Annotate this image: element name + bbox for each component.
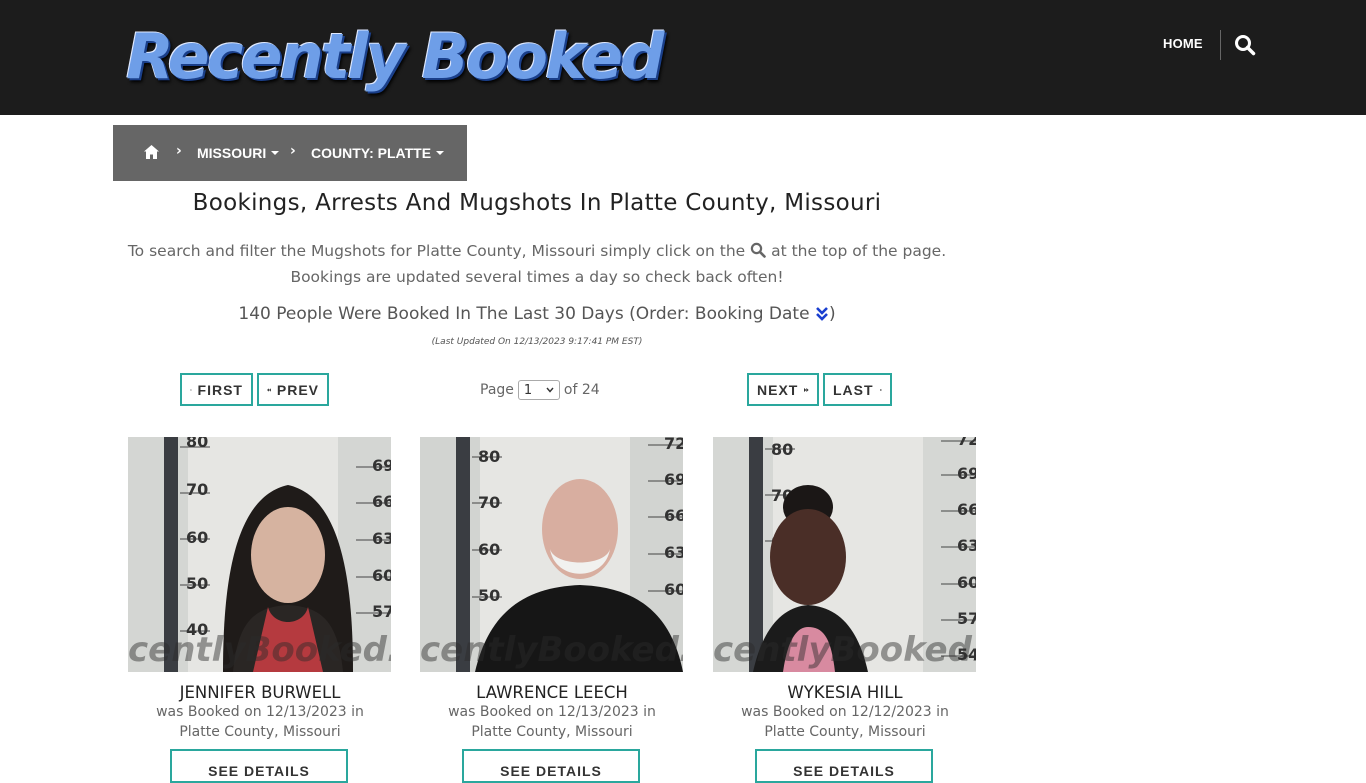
svg-text:57: 57 [957, 609, 976, 628]
svg-text:63: 63 [957, 536, 976, 555]
svg-text:66: 66 [664, 506, 683, 525]
svg-text:60: 60 [664, 580, 683, 599]
watermark: centlyBooked.co [713, 630, 976, 670]
svg-text:80: 80 [478, 447, 500, 466]
svg-text:66: 66 [372, 492, 391, 511]
current-page: 1 [524, 383, 532, 398]
breadcrumb-county-label: COUNTY: PLATTE [311, 145, 431, 161]
breadcrumb-separator-icon: › [290, 143, 296, 159]
booking-name[interactable]: LAWRENCE LEECH [420, 683, 684, 702]
watermark: centlyBooked.co [128, 630, 391, 670]
site-logo[interactable]: Recently Booked [126, 18, 616, 96]
page-label: Page [480, 382, 514, 398]
breadcrumb-county-dropdown[interactable]: COUNTY: PLATTE [311, 145, 444, 161]
search-icon [750, 240, 766, 256]
booking-date: was Booked on 12/13/2023 in [420, 702, 684, 722]
breadcrumb-state-label: MISSOURI [197, 145, 266, 161]
prev-page-button[interactable]: PREV [257, 373, 329, 406]
booking-card[interactable]: 80 70 60 50 72 69 66 63 60 centlyBooked.co LAWR… [420, 437, 684, 742]
search-icon[interactable] [1234, 34, 1256, 56]
svg-text:60: 60 [186, 528, 208, 547]
svg-text:57: 57 [372, 602, 391, 621]
mugshot-image[interactable]: 80 70 60 50 72 69 66 63 60 centlyBooked.co [420, 437, 683, 672]
svg-text:50: 50 [478, 586, 500, 605]
caret-down-icon [271, 151, 279, 155]
svg-text:69: 69 [664, 470, 683, 489]
breadcrumb-separator-icon: › [176, 143, 182, 159]
mugshot-image[interactable]: 8070605040 6966636057 centlyBooked.co [128, 437, 391, 672]
booking-name[interactable]: JENNIFER BURWELL [128, 683, 392, 702]
svg-text:80: 80 [771, 440, 793, 459]
first-page-icon [190, 384, 192, 396]
booking-name[interactable]: WYKESIA HILL [713, 683, 977, 702]
see-details-button[interactable]: SEE DETAILS [755, 749, 933, 783]
prev-page-label: PREV [277, 382, 319, 398]
sort-order-icon[interactable] [815, 305, 829, 321]
intro-text: To search and filter the Mugshots for Pl… [113, 238, 961, 290]
last-page-label: LAST [833, 382, 874, 398]
svg-text:60: 60 [372, 566, 391, 585]
booking-location: Platte County, Missouri [713, 722, 977, 742]
intro-text-part2: at the top of the page. [771, 242, 946, 260]
next-page-label: NEXT [757, 382, 798, 398]
next-page-button[interactable]: NEXT [747, 373, 819, 406]
last-page-button[interactable]: LAST [823, 373, 892, 406]
last-page-icon [880, 384, 882, 396]
first-page-label: FIRST [198, 382, 243, 398]
svg-text:69: 69 [957, 464, 976, 483]
page-title: Bookings, Arrests And Mugshots In Platte… [113, 190, 961, 216]
first-page-button[interactable]: FIRST [180, 373, 253, 406]
booking-date: was Booked on 12/13/2023 in [128, 702, 392, 722]
svg-text:69: 69 [372, 456, 391, 475]
breadcrumb-state-dropdown[interactable]: MISSOURI [197, 145, 279, 161]
booking-card[interactable]: 807060 72696663605754 centlyBooked.co WY… [713, 437, 977, 742]
logo-text: Recently Booked [126, 18, 616, 96]
svg-text:70: 70 [478, 493, 500, 512]
fast-forward-icon [804, 384, 809, 396]
booking-card[interactable]: 8070605040 6966636057 centlyBooked.co JE… [128, 437, 392, 742]
svg-text:63: 63 [372, 529, 391, 548]
svg-text:70: 70 [186, 480, 208, 499]
mugshot-image[interactable]: 807060 72696663605754 centlyBooked.co [713, 437, 976, 672]
svg-text:60: 60 [957, 573, 976, 592]
intro-text-part1: To search and filter the Mugshots for Pl… [128, 242, 745, 260]
nav-home-link[interactable]: HOME [1163, 36, 1203, 51]
svg-text:72: 72 [957, 437, 976, 449]
last-updated: (Last Updated On 12/13/2023 9:17:41 PM E… [113, 337, 961, 347]
page-selector: Page 1 of 24 [480, 380, 600, 400]
intro-text-line2: Bookings are updated several times a day… [113, 264, 961, 290]
svg-text:72: 72 [664, 437, 683, 453]
nav-divider [1220, 30, 1221, 60]
svg-text:66: 66 [957, 500, 976, 519]
see-details-button[interactable]: SEE DETAILS [170, 749, 348, 783]
page-select[interactable]: 1 [518, 380, 560, 400]
site-header: Recently Booked HOME [0, 0, 1366, 115]
svg-text:60: 60 [478, 540, 500, 559]
svg-text:50: 50 [186, 574, 208, 593]
page-total: of 24 [564, 382, 600, 398]
see-details-button[interactable]: SEE DETAILS [462, 749, 640, 783]
caret-down-icon [436, 151, 444, 155]
svg-text:80: 80 [186, 437, 208, 451]
watermark: centlyBooked.co [420, 630, 683, 670]
booking-location: Platte County, Missouri [420, 722, 684, 742]
chevron-down-icon [546, 386, 554, 394]
breadcrumb: › MISSOURI › COUNTY: PLATTE [113, 125, 467, 181]
booking-count: 140 People Were Booked In The Last 30 Da… [113, 304, 961, 324]
home-icon[interactable] [143, 144, 160, 160]
booking-date: was Booked on 12/12/2023 in [713, 702, 977, 722]
booking-location: Platte County, Missouri [128, 722, 392, 742]
rewind-icon [267, 384, 271, 396]
booking-count-text: 140 People Were Booked In The Last 30 Da… [238, 304, 809, 324]
booking-count-close: ) [829, 304, 836, 324]
svg-text:63: 63 [664, 543, 683, 562]
